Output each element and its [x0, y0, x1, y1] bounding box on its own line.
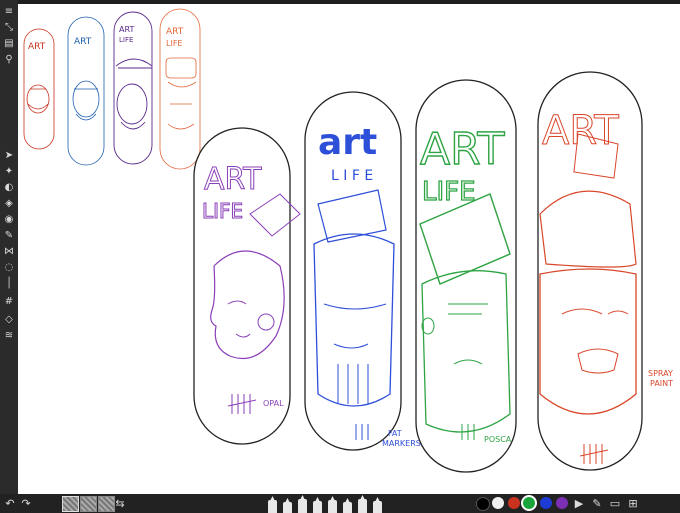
- svg-text:LIFE: LIFE: [202, 199, 243, 223]
- board-opal: ART LIFE OPAL: [193, 127, 301, 445]
- play-icon[interactable]: ▶: [572, 496, 586, 511]
- pen-1[interactable]: [268, 500, 277, 513]
- small-board-orange: ART LIFE: [159, 8, 201, 170]
- svg-text:ART: ART: [542, 108, 619, 154]
- redo-icon[interactable]: ↷: [20, 496, 32, 511]
- pen-3[interactable]: [298, 499, 307, 513]
- svg-text:LIFE: LIFE: [119, 36, 133, 44]
- svg-text:ART: ART: [119, 25, 134, 34]
- adjust-icon[interactable]: ◐: [1, 182, 17, 194]
- pen-2[interactable]: [283, 502, 292, 513]
- color-blue[interactable]: [540, 497, 552, 509]
- undo-icon[interactable]: ↶: [4, 496, 16, 511]
- color-black[interactable]: [476, 497, 490, 511]
- pen-6[interactable]: [343, 502, 352, 513]
- layers-icon[interactable]: ≋: [1, 330, 17, 342]
- color-purple[interactable]: [556, 497, 568, 509]
- layout-icon[interactable]: ▭: [608, 496, 622, 511]
- svg-text:ART: ART: [166, 27, 184, 37]
- small-board-red: ART: [23, 28, 55, 150]
- artwork-sketch: ART ART ART LIFE ART LIFE ART LIFE OPAL …: [23, 8, 673, 473]
- transform-icon[interactable]: ⤡: [1, 22, 17, 34]
- color-green-selected[interactable]: [523, 497, 535, 509]
- svg-text:OPAL: OPAL: [263, 399, 284, 408]
- svg-text:LIFE: LIFE: [422, 177, 476, 207]
- ruler-icon[interactable]: ◌: [1, 262, 17, 274]
- drawing-canvas[interactable]: ART ART ART LIFE ART LIFE ART LIFE OPAL …: [18, 4, 680, 494]
- layers-toggle-icon[interactable]: ▤: [1, 38, 17, 50]
- eyedropper-icon[interactable]: ✎: [590, 496, 604, 511]
- pen-7[interactable]: [358, 499, 367, 513]
- symmetry-icon[interactable]: ⋈: [1, 246, 17, 258]
- visibility-icon[interactable]: ◉: [1, 214, 17, 226]
- grid-icon-bottom[interactable]: ⊞: [626, 496, 640, 511]
- pen-8[interactable]: [373, 501, 382, 513]
- line-icon[interactable]: │: [1, 278, 17, 290]
- svg-text:MARKERS: MARKERS: [382, 439, 421, 448]
- pen-5[interactable]: [328, 500, 337, 513]
- bottom-bar: ↶ ↷ ⇆ ▶ ✎ ▭ ⊞: [0, 494, 680, 513]
- fill-icon[interactable]: ◈: [1, 198, 17, 210]
- sliders-icon[interactable]: ⇆: [114, 496, 126, 511]
- menu-icon[interactable]: ≡: [1, 6, 17, 18]
- perspective-icon[interactable]: ◇: [1, 314, 17, 326]
- svg-text:FAT: FAT: [388, 429, 402, 438]
- brush-texture-2[interactable]: [80, 496, 97, 512]
- svg-text:SPRAY: SPRAY: [648, 369, 673, 378]
- svg-text:art: art: [318, 122, 377, 163]
- grid-icon[interactable]: #: [1, 296, 17, 308]
- eyedropper-icon[interactable]: ✎: [1, 230, 17, 242]
- left-toolbar: ≡ ⤡ ▤ ⚲ ➤ ✦ ◐ ◈ ◉ ✎ ⋈ ◌ │ # ◇ ≋: [0, 0, 18, 494]
- board-fat-markers: art L I F E FAT MARKERS: [304, 91, 421, 451]
- board-posca: ART LIFE POSCA: [415, 79, 517, 473]
- select-icon[interactable]: ➤: [1, 150, 17, 162]
- svg-text:ART: ART: [420, 124, 504, 175]
- svg-text:ART: ART: [28, 42, 46, 52]
- svg-text:ART: ART: [204, 162, 262, 197]
- svg-text:POSCA: POSCA: [484, 435, 512, 444]
- small-board-blue: ART: [67, 16, 105, 166]
- small-board-purple: ART LIFE: [113, 11, 153, 165]
- svg-text:L I F E: L I F E: [331, 168, 373, 184]
- svg-text:ART: ART: [74, 37, 92, 47]
- pen-tray: [266, 496, 406, 513]
- svg-text:PAINT: PAINT: [650, 379, 673, 388]
- color-white[interactable]: [492, 497, 504, 509]
- shape-icon[interactable]: ✦: [1, 166, 17, 178]
- brush-texture-1[interactable]: [62, 496, 79, 512]
- color-red[interactable]: [508, 497, 520, 509]
- pen-4[interactable]: [313, 501, 322, 513]
- board-spray-paint: ART SPRAY PAINT: [537, 71, 673, 471]
- brush-texture-3[interactable]: [98, 496, 115, 512]
- pin-icon[interactable]: ⚲: [1, 54, 17, 66]
- svg-text:LIFE: LIFE: [166, 39, 182, 48]
